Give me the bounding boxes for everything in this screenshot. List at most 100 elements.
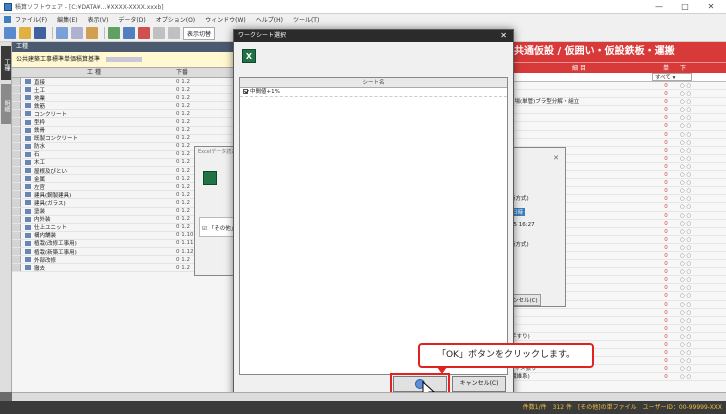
- detail-price: 0: [664, 358, 668, 365]
- search-icon[interactable]: [123, 27, 135, 39]
- new-icon[interactable]: [4, 27, 16, 39]
- detail-row[interactable]: 0 ○ ○: [506, 309, 726, 317]
- close-icon[interactable]: ✕: [500, 30, 507, 42]
- detail-flag: ○ ○: [680, 228, 692, 235]
- close-window-button[interactable]: ✕: [702, 0, 720, 14]
- detail-flag: ○ ○: [680, 212, 692, 219]
- detail-price: 0: [664, 99, 668, 106]
- toolbar-separator: [104, 27, 105, 39]
- sheet-list-header: シート名: [240, 78, 507, 88]
- pane-header: 工種: [12, 42, 234, 52]
- detail-price: 0: [664, 147, 668, 154]
- detail-price: 0: [664, 285, 668, 292]
- percent2-icon[interactable]: [168, 27, 180, 39]
- detail-row[interactable]: (手すり) 0 ○ ○: [506, 333, 726, 341]
- detail-flag: ○ ○: [680, 358, 692, 365]
- detail-flag: ○ ○: [680, 115, 692, 122]
- save-icon[interactable]: [34, 27, 46, 39]
- folder-icon: [25, 249, 31, 255]
- detail-flag: ○ ○: [680, 107, 692, 114]
- folder-icon: [25, 176, 31, 182]
- work-type-name: 植栽(改修工事用): [34, 241, 77, 248]
- detail-row[interactable]: 0 ○ ○: [506, 122, 726, 131]
- menu-edit[interactable]: 編集(E): [57, 15, 77, 24]
- maximize-button[interactable]: □: [676, 0, 694, 14]
- detail-price: 0: [664, 301, 668, 308]
- detail-flag: ○ ○: [680, 99, 692, 106]
- row-header: [12, 175, 21, 183]
- paste-icon[interactable]: [86, 27, 98, 39]
- menu-view[interactable]: 表示(V): [88, 15, 109, 24]
- display-toggle-button[interactable]: 表示切替: [183, 26, 216, 40]
- detail-name: [506, 106, 652, 113]
- sheet-list[interactable]: シート名 中間値+1%: [239, 77, 508, 375]
- detail-name: [506, 309, 652, 316]
- cancel-button-bg[interactable]: ンセル(C): [510, 294, 541, 306]
- detail-price: 0: [664, 277, 668, 284]
- close-icon[interactable]: ✕: [553, 154, 559, 162]
- detail-row[interactable]: 0 ○ ○: [506, 317, 726, 325]
- menu-window[interactable]: ウィンドウ(W): [205, 15, 246, 24]
- detail-price: 0: [664, 374, 668, 381]
- work-type-name: 地業: [34, 95, 46, 102]
- detail-flag: ○ ○: [680, 91, 692, 98]
- detail-row[interactable]: 0 ○ ○: [506, 82, 726, 91]
- delete-icon[interactable]: [138, 27, 150, 39]
- menu-help[interactable]: ヘルプ(H): [256, 15, 283, 24]
- detail-flag: ○ ○: [680, 309, 692, 316]
- cancel-button[interactable]: キャンセル(C): [452, 376, 506, 392]
- detail-flag: ○ ○: [680, 374, 692, 381]
- minimize-button[interactable]: —: [650, 0, 668, 14]
- detail-price: 0: [664, 123, 668, 130]
- filter-select[interactable]: すべて ▾: [652, 73, 692, 81]
- import-settings-dialog: ✕ 行方式) 日時 25 16:27 行方式) ンセル(C): [506, 147, 566, 307]
- detail-row[interactable]: 0 ○ ○: [506, 106, 726, 115]
- print-icon[interactable]: [56, 27, 68, 39]
- row-header: [12, 215, 21, 223]
- detail-row[interactable]: 0 ○ ○: [506, 325, 726, 333]
- edit-icon[interactable]: [108, 27, 120, 39]
- folder-icon: [25, 159, 31, 165]
- sheet-checkbox[interactable]: [243, 89, 248, 94]
- menu-options[interactable]: オプション(O): [156, 15, 195, 24]
- detail-flag: ○ ○: [680, 325, 692, 332]
- detail-flag: ○ ○: [680, 350, 692, 357]
- detail-flag: ○ ○: [680, 252, 692, 259]
- detail-name: (手すり): [509, 333, 530, 340]
- menu-file[interactable]: ファイル(F): [15, 15, 47, 24]
- menu-tools[interactable]: ツール(T): [293, 15, 319, 24]
- detail-row[interactable]: 数 0 ○ ○: [506, 90, 726, 99]
- detail-row[interactable]: (繊維系) 0 ○ ○: [506, 373, 726, 382]
- detail-flag: ○ ○: [680, 180, 692, 187]
- detail-price: 0: [664, 244, 668, 251]
- sheet-item[interactable]: 中間値+1%: [240, 88, 507, 97]
- detail-flag: ○ ○: [680, 188, 692, 195]
- detail-row[interactable]: 0 ○ ○: [506, 131, 726, 139]
- percent-icon[interactable]: [153, 27, 165, 39]
- detail-flag: ○ ○: [680, 163, 692, 170]
- work-type-name: 仕上ユニット: [34, 225, 68, 232]
- copy-icon[interactable]: [71, 27, 83, 39]
- column-header: 工 種 下番: [12, 68, 234, 78]
- open-folder-icon[interactable]: [19, 27, 31, 39]
- detail-row[interactable]: 0 ○ ○: [506, 114, 726, 123]
- work-type-name: 内外装: [34, 217, 51, 224]
- folder-icon: [25, 232, 31, 238]
- work-type-code: 0 1.2: [176, 94, 190, 101]
- work-type-code: 0 1.2: [176, 183, 190, 190]
- detail-row[interactable]: 足場(単管)ブラ型分解・組立 0 ○ ○: [506, 98, 726, 107]
- menu-data[interactable]: データ(D): [118, 15, 145, 24]
- detail-row[interactable]: 0 ○ ○: [506, 139, 726, 147]
- horizontal-scrollbar[interactable]: [12, 392, 726, 401]
- row-header: [12, 256, 21, 264]
- work-type-code: 0 1.2: [176, 86, 190, 93]
- row-header: [12, 86, 21, 94]
- detail-price: 0: [664, 139, 668, 146]
- tab-kousyu[interactable]: 工種: [1, 46, 11, 80]
- detail-flag: ○ ○: [680, 123, 692, 130]
- folder-icon: [25, 79, 31, 85]
- detail-price: 0: [664, 115, 668, 122]
- work-type-name: 型枠: [34, 120, 46, 127]
- tab-meisai[interactable]: 明細: [1, 84, 11, 124]
- row-header: [12, 94, 21, 102]
